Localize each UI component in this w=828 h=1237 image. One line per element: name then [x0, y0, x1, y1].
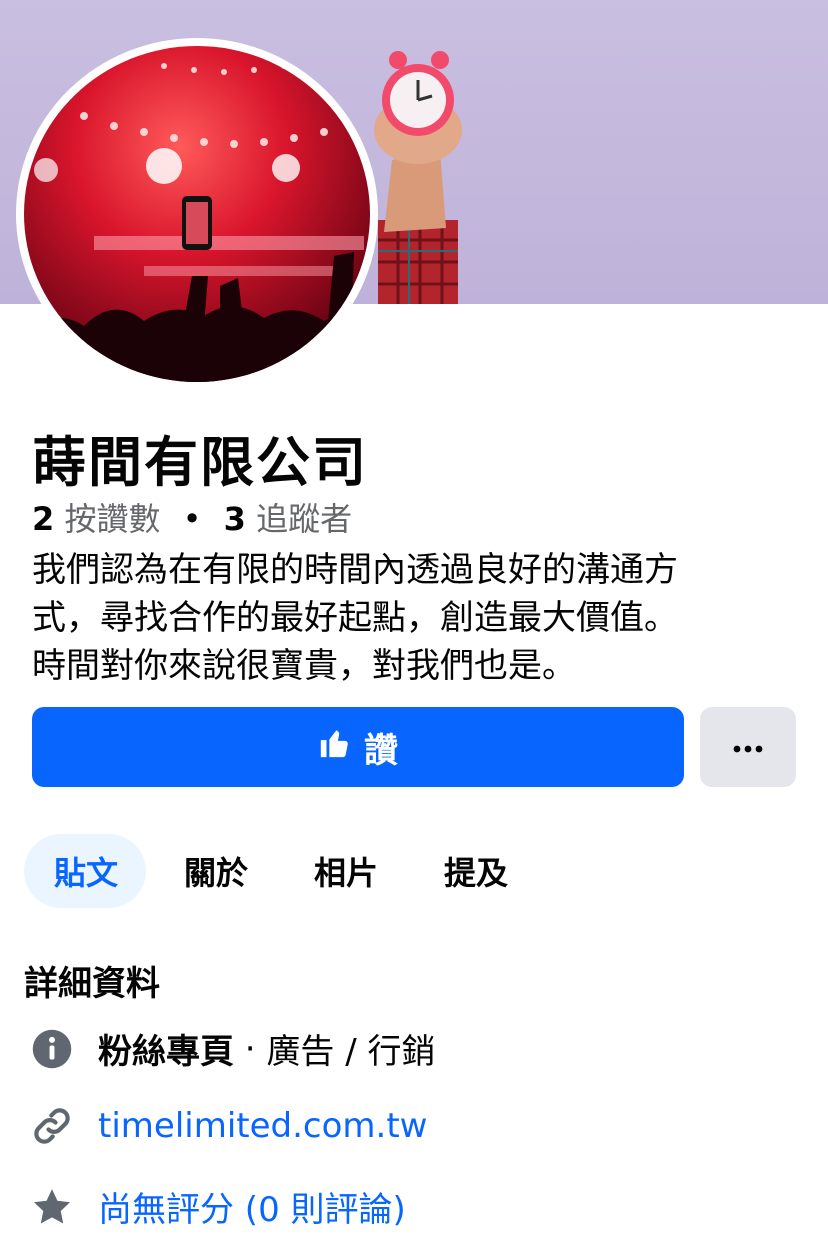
rating-link[interactable]: 尚無評分 (0 則評論) — [98, 1182, 406, 1231]
details-title: 詳細資料 — [24, 964, 160, 1004]
rating-row: 尚無評分 (0 則評論) — [30, 1182, 406, 1231]
like-thumb-icon — [318, 726, 352, 769]
followers-label: 追蹤者 — [256, 500, 353, 538]
website-row: timelimited.com.tw — [30, 1104, 427, 1148]
like-button[interactable]: 讚 — [32, 707, 684, 787]
page-tabs: 貼文 關於 相片 提及 — [24, 834, 544, 908]
category-row: 粉絲專頁 · 廣告 / 行銷 — [30, 1024, 436, 1073]
bio-line: 式，尋找合作的最好起點，創造最大價值。 — [32, 598, 678, 638]
star-icon — [30, 1185, 74, 1229]
bio-line: 時間對你來說很寶貴，對我們也是。 — [32, 646, 576, 686]
like-label: 讚 — [364, 730, 398, 771]
followers-count: 3 — [223, 500, 246, 538]
tab-mentions[interactable]: 提及 — [414, 834, 536, 908]
category-type: 粉絲專頁 — [98, 1032, 234, 1072]
category-separator: · — [234, 1028, 267, 1069]
more-options-button[interactable] — [700, 707, 796, 787]
info-icon — [30, 1027, 74, 1071]
more-dots-icon — [733, 738, 763, 757]
category-value: 廣告 / 行銷 — [266, 1032, 436, 1072]
tab-photos[interactable]: 相片 — [284, 834, 406, 908]
website-link[interactable]: timelimited.com.tw — [98, 1106, 427, 1146]
stats-separator: • — [182, 500, 202, 538]
tab-posts[interactable]: 貼文 — [24, 834, 147, 908]
likes-label: 按讚數 — [64, 500, 161, 538]
link-icon — [30, 1104, 74, 1148]
tab-about[interactable]: 關於 — [154, 834, 276, 908]
bio-line: 我們認為在有限的時間內透過良好的溝通方 — [32, 550, 678, 590]
page-bio: 我們認為在有限的時間內透過良好的溝通方 式，尋找合作的最好起點，創造最大價值。 … — [32, 546, 802, 690]
page-title: 蒔間有限公司 — [32, 431, 368, 494]
profile-avatar[interactable] — [16, 38, 378, 390]
likes-count: 2 — [32, 500, 55, 538]
page-stats[interactable]: 2 按讚數 • 3 追蹤者 — [32, 494, 352, 540]
